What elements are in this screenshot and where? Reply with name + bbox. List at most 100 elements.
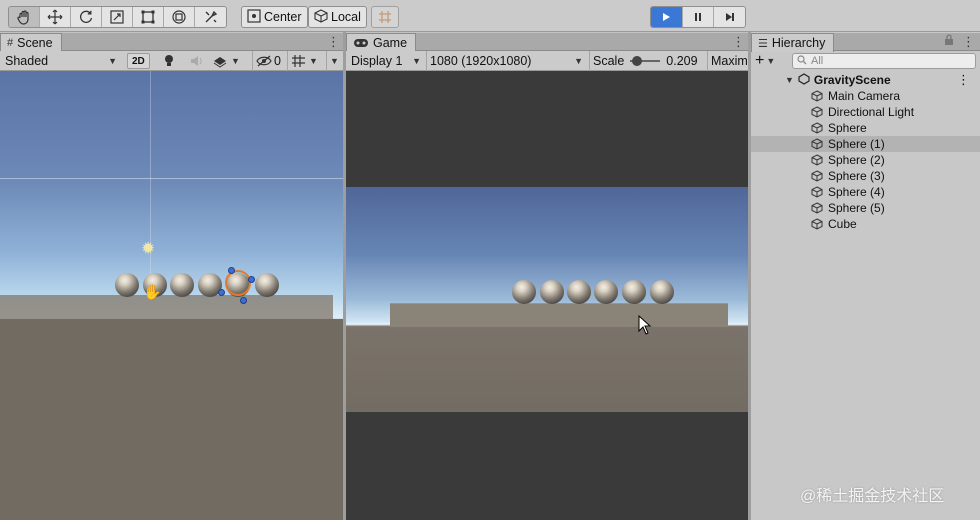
- pause-icon: [695, 13, 701, 21]
- game-sphere: [622, 280, 646, 304]
- hierarchy-item-label: Main Camera: [828, 89, 901, 103]
- selection-outline: [225, 270, 251, 296]
- shading-mode-dropdown[interactable]: Shaded ▼: [2, 51, 120, 71]
- display-dropdown[interactable]: Display 1 ▼: [348, 51, 424, 71]
- gameobject-cube-icon: [811, 106, 823, 118]
- hierarchy-item[interactable]: Sphere (1): [751, 136, 980, 152]
- maximize-toggle[interactable]: Maxim: [707, 51, 748, 71]
- hierarchy-item[interactable]: Sphere (2): [751, 152, 980, 168]
- chevron-down-icon: ▼: [785, 75, 794, 85]
- game-viewport[interactable]: [346, 71, 748, 520]
- scale-control: Scale 0.209: [589, 51, 707, 71]
- lighting-toggle-icon[interactable]: [160, 51, 178, 71]
- scene-sphere[interactable]: [170, 273, 194, 297]
- transform-handle[interactable]: [248, 276, 255, 283]
- pivot-space-button[interactable]: Local: [308, 6, 367, 28]
- hidden-count: 0: [274, 54, 281, 68]
- chevron-down-icon: ▼: [766, 56, 776, 66]
- chevron-down-icon: ▼: [574, 56, 583, 66]
- maximize-label: Maxim: [711, 54, 748, 68]
- gameobject-cube-icon: [811, 122, 823, 134]
- grid-snap-icon[interactable]: [371, 6, 399, 28]
- lock-icon[interactable]: [944, 34, 954, 49]
- search-icon: [797, 54, 807, 68]
- rotate-tool-icon[interactable]: [71, 7, 102, 27]
- hierarchy-item[interactable]: Sphere (3): [751, 168, 980, 184]
- scene-tab-label: Scene: [17, 36, 53, 50]
- game-sphere: [540, 280, 564, 304]
- scale-label: Scale: [593, 54, 625, 68]
- pivot-icon: [247, 8, 261, 26]
- hierarchy-item[interactable]: Cube: [751, 216, 980, 232]
- chevron-down-icon: ▼: [309, 56, 318, 66]
- game-menu-kebab-icon[interactable]: ⋮: [732, 34, 745, 50]
- gameobject-cube-icon: [811, 90, 823, 102]
- scale-slider[interactable]: [630, 56, 661, 66]
- step-icon: [725, 13, 734, 21]
- gameobject-cube-icon: [811, 218, 823, 230]
- game-tab-label: Game: [373, 36, 408, 50]
- pause-button[interactable]: [683, 7, 715, 27]
- game-ground-plane: [390, 303, 728, 327]
- custom-tool-icon[interactable]: [195, 7, 226, 27]
- scene-menu-kebab-icon[interactable]: ⋮: [327, 34, 340, 50]
- scale-slider-thumb[interactable]: [632, 56, 643, 66]
- directional-light-gizmo-icon[interactable]: ✹: [141, 239, 155, 259]
- gameobject-cube-icon: [811, 170, 823, 182]
- scene-menu-kebab-icon[interactable]: ⋮: [957, 72, 970, 88]
- hand-tool-icon[interactable]: [9, 7, 40, 27]
- tab-scene[interactable]: # Scene: [0, 33, 62, 52]
- resolution-value: 1080 (1920x1080): [430, 54, 532, 68]
- hierarchy-item[interactable]: Sphere (4): [751, 184, 980, 200]
- transform-handle[interactable]: [228, 267, 235, 274]
- chevron-down-icon: ▼: [108, 56, 117, 66]
- audio-toggle-icon[interactable]: [186, 51, 206, 71]
- hierarchy-item[interactable]: Sphere: [751, 120, 980, 136]
- create-dropdown[interactable]: + ▼: [755, 52, 785, 70]
- hierarchy-item-label: Sphere: [828, 121, 867, 135]
- scale-tool-icon[interactable]: [102, 7, 133, 27]
- hierarchy-item[interactable]: Sphere (5): [751, 200, 980, 216]
- hierarchy-list-icon: ☰: [758, 37, 768, 50]
- grid-visibility-icon[interactable]: ▼: [287, 51, 321, 71]
- rect-tool-icon[interactable]: [133, 7, 164, 27]
- game-sphere: [567, 280, 591, 304]
- gameobject-cube-icon: [811, 186, 823, 198]
- 2d-toggle-label: 2D: [132, 55, 145, 67]
- scene-viewport[interactable]: ✹ ✋: [0, 71, 343, 520]
- scene-ground: [0, 319, 343, 520]
- playmode-controls: [650, 6, 746, 28]
- gameobject-cube-icon: [811, 138, 823, 150]
- gizmos-dropdown-icon[interactable]: ▼: [326, 51, 342, 71]
- hierarchy-tab-label: Hierarchy: [771, 36, 826, 50]
- pivot-label: Center: [264, 10, 302, 24]
- hierarchy-item-label: Directional Light: [828, 105, 915, 119]
- hidden-objects-toggle[interactable]: 0: [252, 51, 284, 71]
- chevron-down-icon: ▼: [330, 56, 339, 66]
- game-sphere: [650, 280, 674, 304]
- scene-sphere[interactable]: [115, 273, 139, 297]
- unity-scene-icon: [798, 72, 810, 88]
- hierarchy-item[interactable]: Directional Light: [751, 104, 980, 120]
- hierarchy-scene-root[interactable]: ▼ GravityScene ⋮: [751, 72, 980, 88]
- hierarchy-search-input[interactable]: All: [792, 53, 976, 69]
- hierarchy-item-label: Sphere (1): [828, 137, 885, 151]
- play-button[interactable]: [651, 7, 683, 27]
- transform-handle[interactable]: [218, 289, 225, 296]
- scale-value: 0.209: [666, 54, 698, 68]
- effects-toggle-icon[interactable]: ▼: [210, 51, 243, 71]
- 2d-toggle-button[interactable]: 2D: [127, 53, 150, 69]
- pivot-center-button[interactable]: Center: [241, 6, 308, 28]
- transform-tool-icon[interactable]: [164, 7, 195, 27]
- hierarchy-item[interactable]: Main Camera: [751, 88, 980, 104]
- hierarchy-menu-kebab-icon[interactable]: ⋮: [962, 34, 975, 50]
- scene-ground-plane: [0, 295, 333, 319]
- hierarchy-item-label: Sphere (2): [828, 153, 885, 167]
- resolution-dropdown[interactable]: 1080 (1920x1080) ▼: [426, 51, 586, 71]
- step-button[interactable]: [714, 7, 745, 27]
- scene-sphere[interactable]: [255, 273, 279, 297]
- move-tool-icon[interactable]: [40, 7, 71, 27]
- tab-game[interactable]: Game: [346, 33, 417, 52]
- tab-hierarchy[interactable]: ☰ Hierarchy: [751, 33, 835, 52]
- transform-handle[interactable]: [240, 297, 247, 304]
